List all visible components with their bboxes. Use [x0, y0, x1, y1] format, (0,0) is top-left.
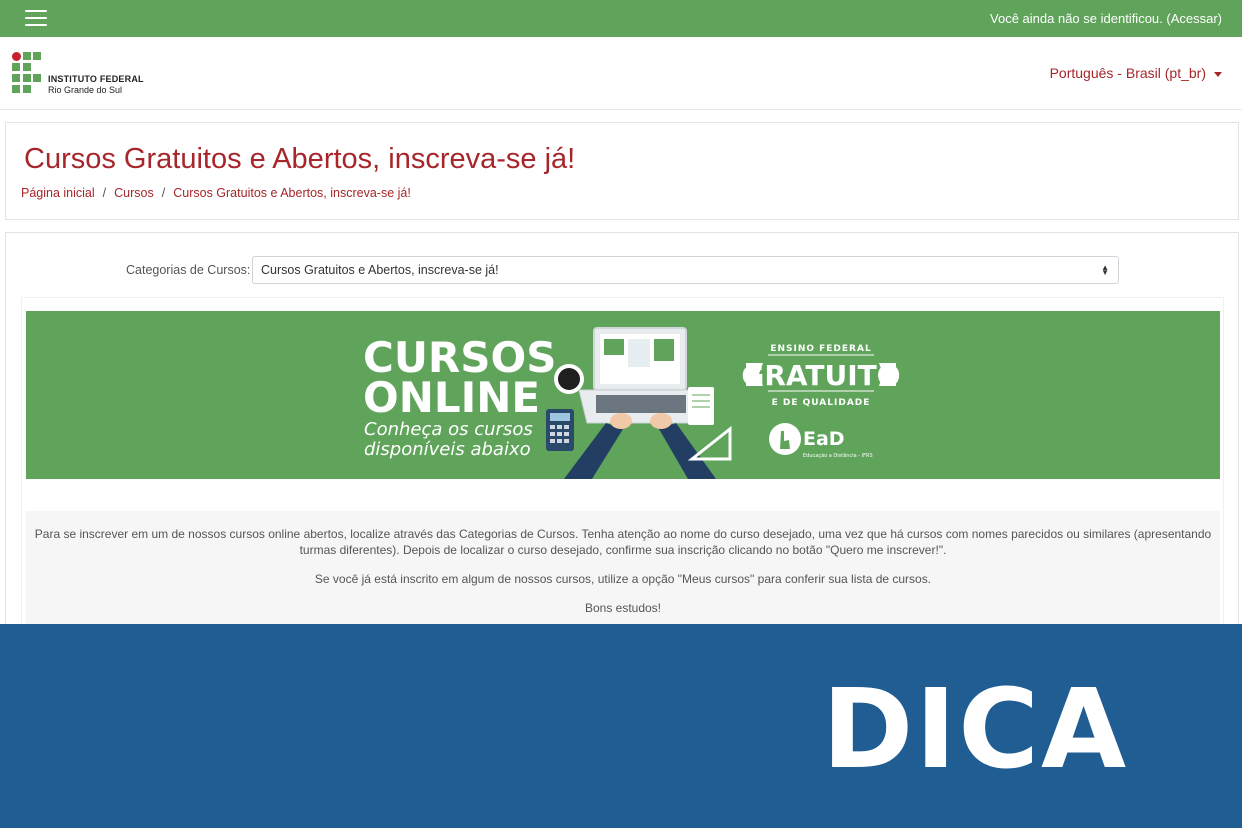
select-arrows-icon: ▲ ▼: [1101, 263, 1109, 277]
category-label: Categorias de Cursos:: [126, 263, 251, 277]
hamburger-icon[interactable]: [25, 10, 47, 26]
course-summary-box: CURSOS ONLINE Conheça os cursos disponív…: [21, 297, 1224, 631]
breadcrumb-courses[interactable]: Cursos: [114, 186, 154, 200]
ifrs-logo[interactable]: INSTITUTO FEDERAL Rio Grande do Sul: [12, 52, 152, 97]
breadcrumb-separator: /: [102, 186, 107, 200]
banner-title2: ONLINE: [363, 373, 540, 422]
dica-overlay-band: DICA: [0, 624, 1242, 828]
dica-heading: DICA: [822, 665, 1129, 793]
banner-graphic: CURSOS ONLINE Conheça os cursos disponív…: [363, 327, 901, 479]
instructions-text: Para se inscrever em um de nossos cursos…: [26, 511, 1220, 631]
banner-ead: EaD: [803, 428, 845, 450]
banner-right-top: ENSINO FEDERAL: [770, 344, 871, 354]
page-title: Cursos Gratuitos e Abertos, inscreva-se …: [24, 143, 576, 175]
breadcrumb-current[interactable]: Cursos Gratuitos e Abertos, inscreva-se …: [173, 186, 411, 200]
instructions-paragraph2: Se você já está inscrito em algum de nos…: [314, 572, 932, 586]
language-selector[interactable]: Português - Brasil (pt_br): [1050, 65, 1222, 81]
banner-ead-sub: Educação a Distância - IFRS: [803, 452, 873, 459]
category-selected-value: Cursos Gratuitos e Abertos, inscreva-se …: [261, 263, 499, 277]
logo-squares-icon: [12, 52, 41, 93]
top-navbar: Você ainda não se identificou. (Acessar): [0, 0, 1242, 37]
site-header: INSTITUTO FEDERAL Rio Grande do Sul Port…: [0, 37, 1242, 110]
language-label: Português - Brasil (pt_br): [1049, 65, 1206, 81]
login-link[interactable]: Você ainda não se identificou. (Acessar): [990, 11, 1222, 26]
breadcrumb-home[interactable]: Página inicial: [21, 186, 95, 200]
instructions-paragraph3: Bons estudos!: [584, 601, 662, 615]
caret-down-icon: [1214, 71, 1222, 77]
banner-subtitle1: Conheça os cursos: [364, 419, 533, 440]
category-select[interactable]: Cursos Gratuitos e Abertos, inscreva-se …: [252, 256, 1119, 284]
main-content-card: Categorias de Cursos: Cursos Gratuitos e…: [5, 232, 1239, 632]
banner-right-bottom: E DE QUALIDADE: [772, 398, 871, 408]
banner-right-main: GRATUITO: [741, 359, 900, 392]
logo-line2: Rio Grande do Sul: [48, 85, 123, 95]
banner-subtitle2: disponíveis abaixo: [364, 439, 531, 460]
courses-banner: CURSOS ONLINE Conheça os cursos disponív…: [26, 311, 1220, 479]
breadcrumb-separator: /: [161, 186, 166, 200]
page-header-card: Cursos Gratuitos e Abertos, inscreva-se …: [5, 122, 1239, 220]
instructions-paragraph1: Para se inscrever em um de nossos cursos…: [34, 527, 1212, 557]
logo-line1: INSTITUTO FEDERAL: [48, 74, 144, 84]
breadcrumb: Página inicial / Cursos / Cursos Gratuitos e…: [21, 186, 411, 200]
